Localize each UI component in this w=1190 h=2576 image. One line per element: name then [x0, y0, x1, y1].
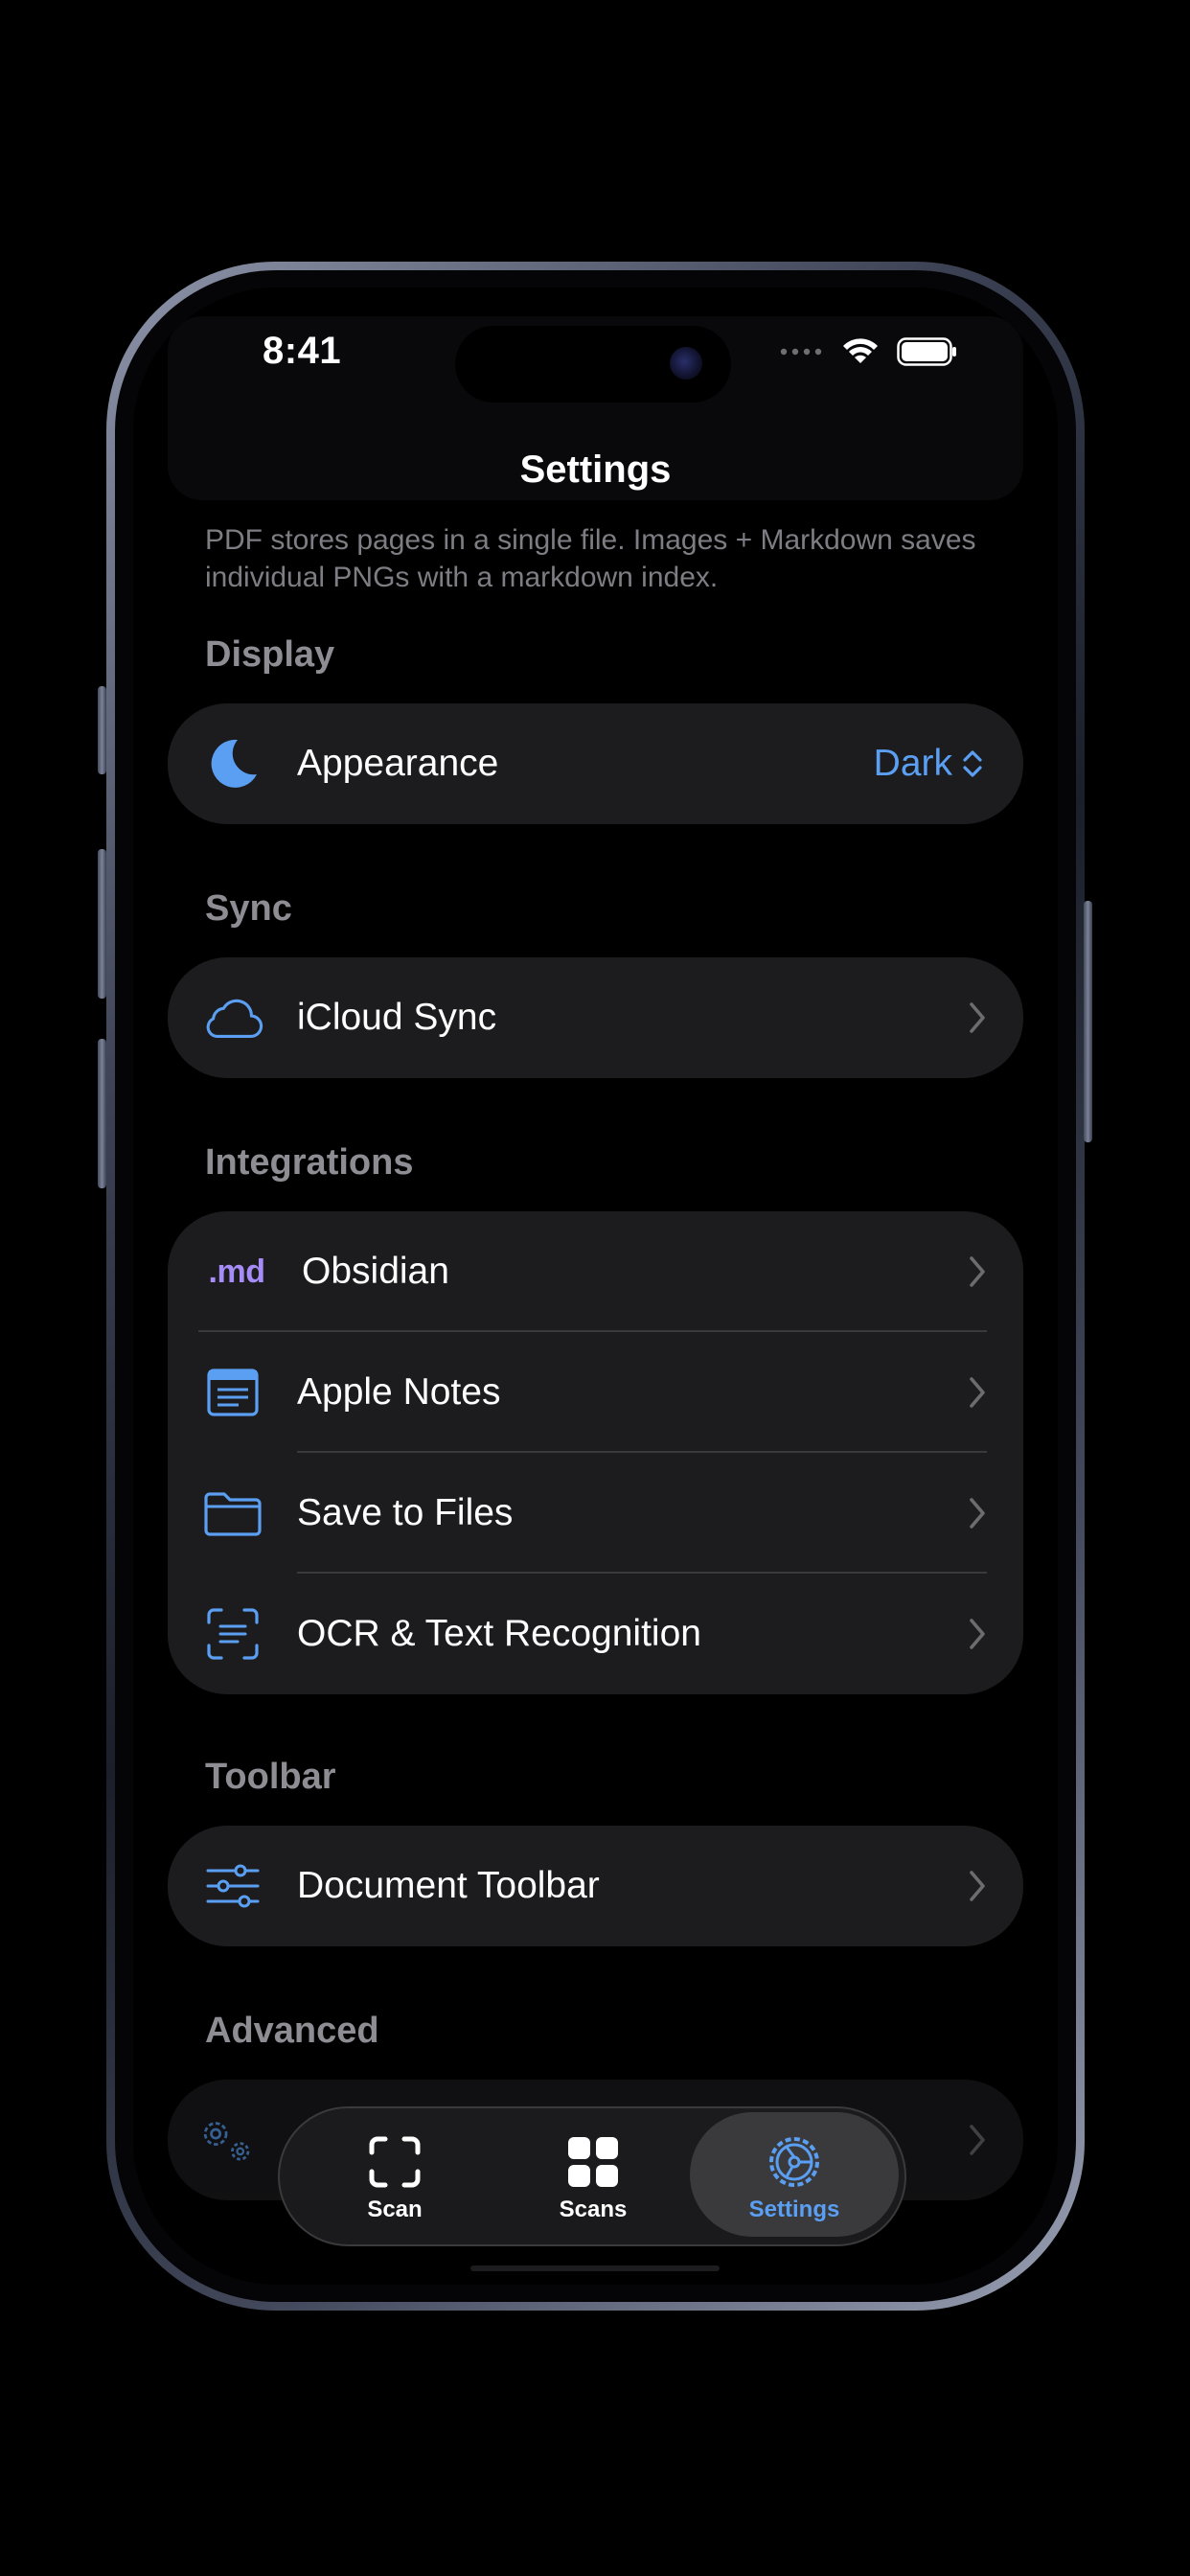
viewfinder-icon: [368, 2133, 422, 2191]
chevron-right-icon: [970, 1002, 985, 1033]
chevron-right-icon: [970, 2125, 985, 2155]
sync-group: iCloud Sync: [168, 957, 1023, 1078]
camera-icon: [670, 347, 702, 380]
apple-notes-row[interactable]: Apple Notes: [168, 1332, 1023, 1453]
folder-icon: [202, 1486, 263, 1540]
tab-bar: Scan Scans Settings: [278, 2106, 906, 2246]
section-header-advanced: Advanced: [205, 2011, 379, 2051]
tab-settings[interactable]: Settings: [690, 2112, 899, 2237]
dynamic-island: [455, 326, 731, 402]
appearance-label: Appearance: [297, 743, 499, 784]
grid-icon: [567, 2133, 619, 2191]
status-time: 8:41: [263, 330, 342, 372]
moon-icon: [202, 737, 263, 791]
cellular-icon: [780, 348, 822, 356]
power-button: [1084, 901, 1092, 1142]
section-header-integrations: Integrations: [205, 1142, 414, 1183]
wifi-icon: [843, 338, 878, 363]
document-toolbar-label: Document Toolbar: [297, 1865, 600, 1906]
icloud-sync-label: iCloud Sync: [297, 997, 497, 1038]
page-title: Settings: [519, 448, 672, 491]
markdown-badge-icon: .md: [200, 1245, 273, 1299]
screen: 8:41 Settings PDF stores pages in a sing…: [133, 288, 1058, 2285]
home-indicator: [470, 2266, 720, 2271]
integrations-group: .md Obsidian Apple Notes Save to Files O…: [168, 1211, 1023, 1694]
volume-down-button: [98, 1039, 106, 1188]
document-toolbar-row[interactable]: Document Toolbar: [168, 1826, 1023, 1946]
appearance-row[interactable]: Appearance Dark: [168, 703, 1023, 824]
gears-icon: [196, 2113, 258, 2167]
section-header-display: Display: [205, 634, 335, 675]
appearance-picker[interactable]: Dark: [874, 703, 983, 824]
chevron-up-down-icon: [963, 750, 982, 777]
section-header-toolbar: Toolbar: [205, 1757, 336, 1797]
volume-up-button: [98, 849, 106, 999]
obsidian-label: Obsidian: [302, 1251, 449, 1292]
text-scan-icon: [202, 1607, 263, 1661]
save-to-files-row[interactable]: Save to Files: [168, 1453, 1023, 1574]
appearance-value: Dark: [873, 743, 952, 784]
tab-scan[interactable]: Scan: [299, 2108, 491, 2244]
tab-scan-label: Scan: [367, 2196, 423, 2222]
status-icons: [780, 337, 958, 366]
apple-notes-label: Apple Notes: [297, 1371, 501, 1413]
cloud-icon: [202, 991, 263, 1045]
notes-icon: [202, 1366, 263, 1419]
chevron-right-icon: [970, 1871, 985, 1901]
display-group: Appearance Dark: [168, 703, 1023, 824]
chevron-right-icon: [970, 1377, 985, 1408]
ocr-row[interactable]: OCR & Text Recognition: [168, 1574, 1023, 1694]
tab-scans-label: Scans: [559, 2196, 628, 2222]
section-header-sync: Sync: [205, 888, 292, 929]
sliders-icon: [202, 1859, 263, 1913]
ocr-label: OCR & Text Recognition: [297, 1613, 701, 1654]
gear-icon: [765, 2133, 824, 2191]
icloud-sync-row[interactable]: iCloud Sync: [168, 957, 1023, 1078]
save-to-files-label: Save to Files: [297, 1492, 514, 1533]
obsidian-row[interactable]: .md Obsidian: [168, 1211, 1023, 1332]
toolbar-group: Document Toolbar: [168, 1826, 1023, 1946]
markdown-badge: .md: [208, 1253, 265, 1290]
tab-scans[interactable]: Scans: [497, 2108, 689, 2244]
chevron-right-icon: [970, 1619, 985, 1649]
chevron-right-icon: [970, 1256, 985, 1287]
battery-icon: [897, 337, 956, 366]
chevron-right-icon: [970, 1498, 985, 1529]
action-button: [98, 686, 106, 774]
storage-footnote: PDF stores pages in a single file. Image…: [205, 524, 976, 593]
tab-settings-label: Settings: [748, 2196, 840, 2222]
